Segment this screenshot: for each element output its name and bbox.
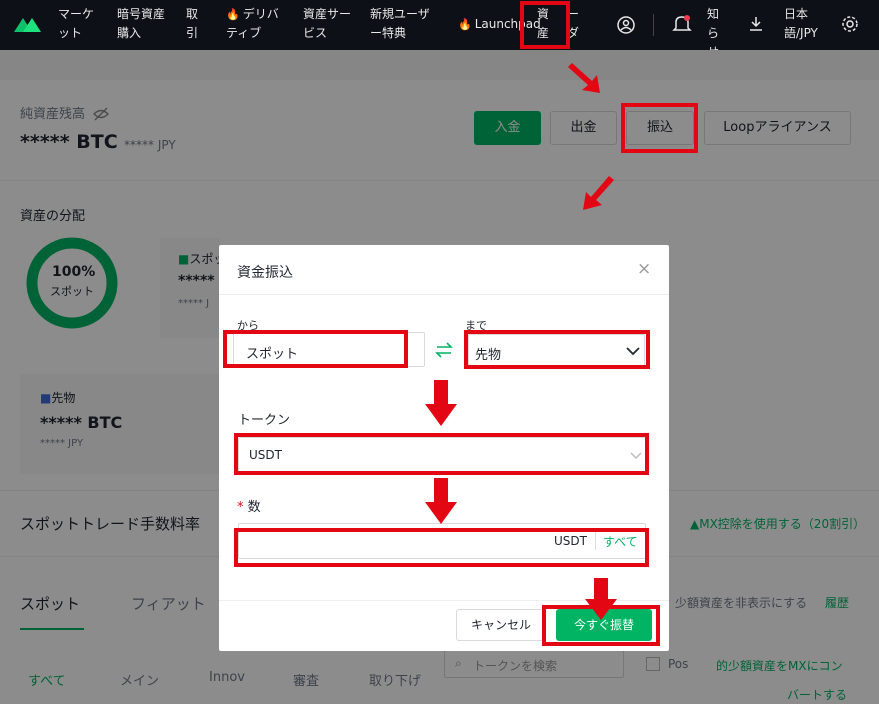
- fire-icon: 🔥: [458, 18, 472, 31]
- nav-divider: [653, 14, 654, 36]
- transfer-modal: 資金振込 × から スポット まで 先物 トークン USDT * 数 USDT …: [219, 245, 669, 651]
- chevron-down-icon: [626, 347, 640, 356]
- nav-launchpad[interactable]: 🔥 Launchpad: [458, 15, 541, 34]
- nav-trade[interactable]: 取引: [186, 5, 202, 43]
- to-label: まで: [465, 319, 487, 332]
- cancel-button[interactable]: キャンセル: [456, 609, 546, 641]
- amount-label-text: 数: [247, 500, 261, 515]
- nav-language[interactable]: 日本語/JPY: [784, 5, 828, 43]
- fire-icon: 🔥: [226, 8, 240, 21]
- amount-input[interactable]: USDT すべて: [238, 523, 646, 559]
- from-select[interactable]: スポット: [233, 332, 425, 367]
- user-avatar-icon[interactable]: [616, 15, 636, 35]
- token-select[interactable]: USDT: [238, 437, 646, 473]
- download-icon[interactable]: [748, 15, 764, 33]
- nav-buy-crypto[interactable]: 暗号資産購入: [117, 5, 167, 43]
- nav-derivatives[interactable]: 🔥 デリバティブ: [226, 5, 286, 43]
- token-value: USDT: [249, 448, 282, 462]
- required-asterisk: *: [237, 500, 244, 515]
- to-value: 先物: [475, 348, 502, 363]
- top-navigation-bar: マーケット 暗号資産購入 取引 🔥 デリバティブ 資産サービス 新規ユーザー特典 …: [0, 0, 879, 59]
- from-label: から: [237, 319, 259, 332]
- nav-markets[interactable]: マーケット: [58, 5, 102, 43]
- nav-new-user-bonus[interactable]: 新規ユーザー特典: [370, 5, 440, 43]
- amount-label: * 数: [237, 496, 261, 515]
- nav-launchpad-label: Launchpad: [474, 17, 541, 31]
- mexc-logo-icon[interactable]: [12, 14, 42, 34]
- modal-footer-divider: [219, 600, 669, 601]
- gear-icon[interactable]: [841, 15, 859, 33]
- bell-icon[interactable]: [672, 13, 692, 35]
- nav-orders[interactable]: ーダ: [567, 5, 581, 43]
- amount-unit: USDT: [554, 534, 587, 548]
- close-icon[interactable]: ×: [637, 259, 651, 279]
- to-select[interactable]: 先物: [468, 334, 645, 367]
- max-all-button[interactable]: すべて: [603, 533, 638, 550]
- nav-asset-services[interactable]: 資産サービス: [303, 5, 353, 43]
- chevron-down-icon: [630, 452, 642, 459]
- modal-header-divider: [219, 294, 669, 295]
- confirm-transfer-button[interactable]: 今すぐ振替: [556, 609, 652, 641]
- input-divider: [595, 532, 596, 550]
- modal-title: 資金振込: [237, 265, 293, 281]
- token-label: トークン: [238, 413, 291, 428]
- from-value: スポット: [246, 347, 299, 362]
- swap-icon[interactable]: [435, 342, 453, 358]
- nav-assets[interactable]: 資産: [537, 5, 551, 43]
